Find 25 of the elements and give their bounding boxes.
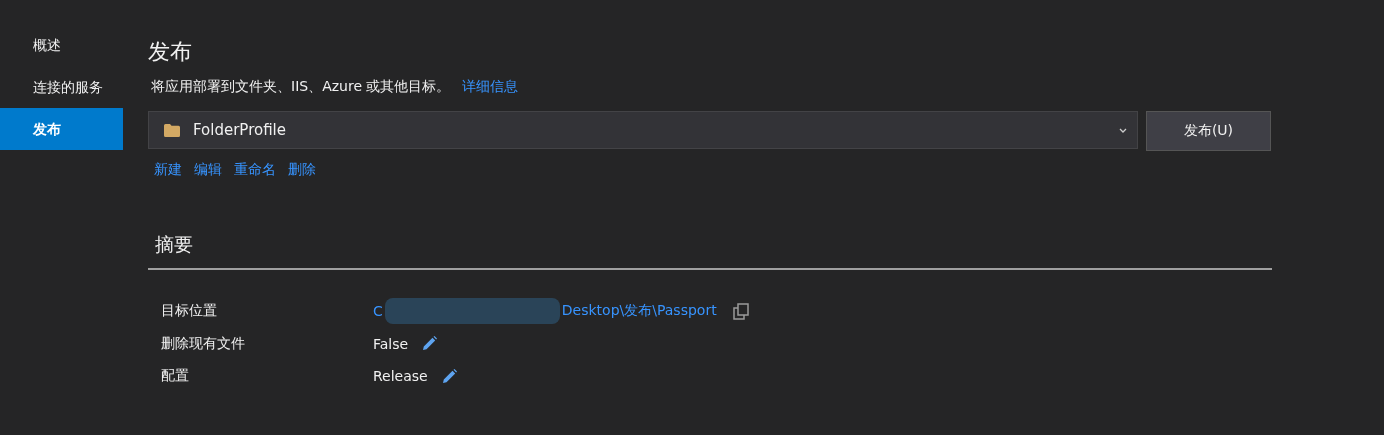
- sidebar-item[interactable]: 连接的服务: [0, 66, 123, 108]
- caret-icon: [1119, 127, 1127, 133]
- profile-action-link[interactable]: 编辑: [194, 161, 222, 179]
- details-link[interactable]: 详细信息: [462, 78, 519, 96]
- property-value: Release: [373, 368, 428, 385]
- profile-action-link[interactable]: 新建: [154, 161, 182, 179]
- property-label: 配置: [161, 367, 190, 386]
- sidebar-item[interactable]: 概述: [0, 24, 123, 66]
- pencil-icon[interactable]: [422, 336, 438, 352]
- folder-icon: [164, 123, 180, 137]
- profile-dropdown[interactable]: FolderProfile: [148, 111, 1138, 149]
- section-heading: 摘要: [155, 232, 194, 257]
- pencil-icon[interactable]: [441, 368, 457, 384]
- path-link-start[interactable]: C: [373, 303, 383, 320]
- property-label: 目标位置: [161, 302, 218, 321]
- copy-icon[interactable]: [732, 302, 749, 320]
- property-label: 删除现有文件: [161, 334, 246, 353]
- sidebar-item[interactable]: 发布: [0, 108, 123, 150]
- profile-action-link[interactable]: 删除: [288, 161, 316, 179]
- path-link-end[interactable]: Desktop\发布\Passport: [561, 302, 717, 321]
- publish-button[interactable]: 发布(U): [1146, 111, 1271, 151]
- page-title: 发布: [148, 38, 193, 66]
- description-text: 将应用部署到文件夹、IIS、Azure 或其他目标。: [151, 78, 451, 96]
- profile-action-link[interactable]: 重命名: [234, 161, 276, 179]
- property-value: False: [373, 335, 409, 352]
